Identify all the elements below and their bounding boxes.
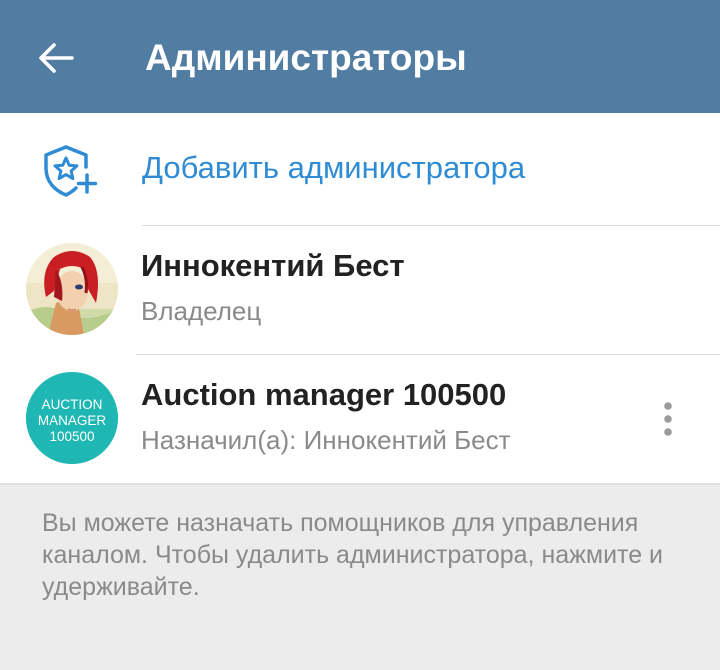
- add-admin-button[interactable]: Добавить администратора: [0, 113, 720, 225]
- back-button[interactable]: [26, 28, 86, 88]
- top-app-bar: Администраторы: [0, 0, 720, 113]
- admin-role: Владелец: [141, 296, 262, 326]
- more-options-button[interactable]: [646, 391, 690, 447]
- add-admin-label: Добавить администратора: [142, 150, 526, 185]
- admin-row-manager[interactable]: AUCTION MANAGER 100500 Auction manager 1…: [0, 355, 720, 483]
- shield-star-plus-icon: [44, 145, 98, 197]
- admin-assigned-by: Назначил(а): Иннокентий Бест: [141, 425, 511, 455]
- avatar: AUCTION MANAGER 100500: [26, 372, 118, 464]
- admin-list: Добавить администратора Иннокентий Бест …: [0, 113, 720, 483]
- arrow-left-icon: [39, 43, 74, 73]
- avatar-text-line-1: AUCTION: [42, 397, 103, 412]
- page-title: Администраторы: [145, 37, 467, 78]
- footer-hint: Вы можете назначать помощников для управ…: [42, 509, 664, 601]
- avatar: [26, 243, 118, 335]
- avatar-text-line-2: MANAGER: [38, 413, 107, 428]
- admin-name: Auction manager 100500: [141, 377, 507, 412]
- admin-name: Иннокентий Бест: [141, 248, 405, 283]
- avatar-text-line-3: 100500: [49, 429, 94, 444]
- more-vertical-icon: [664, 402, 672, 436]
- admin-row-owner[interactable]: Иннокентий Бест Владелец: [0, 226, 720, 354]
